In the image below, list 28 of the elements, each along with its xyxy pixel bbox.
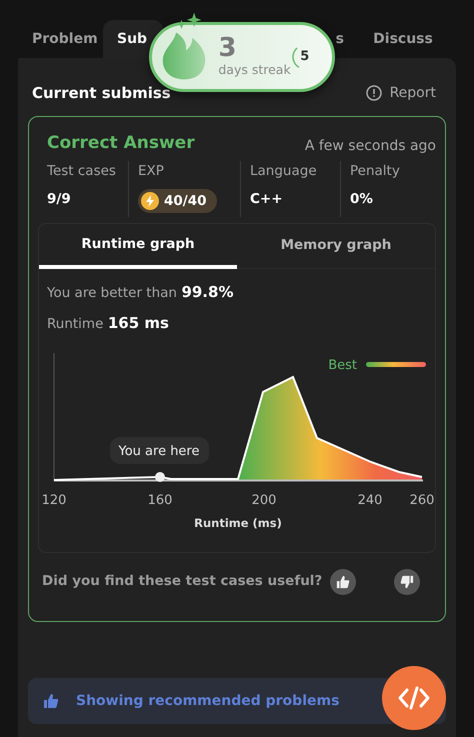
banner-text: Showing recommended problems bbox=[76, 692, 340, 710]
stat-label: Penalty bbox=[350, 162, 401, 180]
goal-ring: 5 bbox=[290, 43, 316, 71]
tick-label: 200 bbox=[252, 492, 276, 508]
tick-label: 240 bbox=[358, 492, 382, 508]
stat-value: 0% bbox=[350, 190, 374, 209]
streak-count: 3 bbox=[218, 34, 238, 61]
stat-value: C++ bbox=[250, 190, 284, 209]
status-text: Correct Answer bbox=[46, 132, 195, 155]
runtime-value: 165 ms bbox=[108, 314, 169, 332]
stat-label: Language bbox=[250, 162, 318, 180]
exp-badge: 40/40 bbox=[138, 188, 217, 213]
tick-label: 260 bbox=[410, 492, 434, 508]
timestamp: A few seconds ago bbox=[304, 136, 436, 156]
better-label: You are better than bbox=[47, 284, 177, 300]
streak-caption: days streak bbox=[218, 60, 291, 79]
axis-title: Runtime (ms) bbox=[194, 516, 282, 530]
stat-label: EXP bbox=[138, 162, 165, 180]
stat-value: 9/9 bbox=[47, 190, 72, 209]
stat-label: Test cases bbox=[47, 162, 117, 180]
section-title: Current submiss bbox=[32, 82, 171, 104]
runtime-label: Runtime bbox=[47, 316, 104, 332]
tick-label: 160 bbox=[148, 492, 172, 508]
better-value: 99.8% bbox=[181, 282, 234, 300]
feedback-question: Did you find these test cases useful? bbox=[42, 572, 322, 592]
tooltip-text: You are here bbox=[118, 444, 200, 458]
tick-label: 120 bbox=[42, 492, 66, 508]
legend-label: Best bbox=[328, 358, 357, 372]
